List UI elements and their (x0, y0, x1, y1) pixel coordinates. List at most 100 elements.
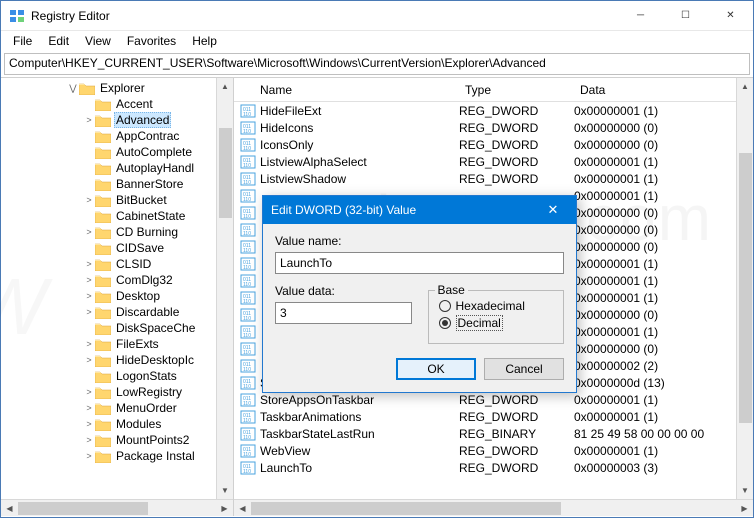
reg-dword-icon: 011110 (240, 121, 256, 135)
menu-favorites[interactable]: Favorites (119, 32, 184, 50)
reg-dword-icon: 011110 (240, 104, 256, 118)
tree-item[interactable]: >BitBucket (1, 192, 233, 208)
dialog-title: Edit DWORD (32-bit) Value (271, 203, 538, 217)
reg-dword-icon: 011110 (240, 393, 256, 407)
scroll-left-icon[interactable]: ◀ (234, 500, 251, 516)
reg-dword-icon: 011110 (240, 444, 256, 458)
menu-file[interactable]: File (5, 32, 40, 50)
reg-dword-icon: 011110 (240, 410, 256, 424)
tree-item[interactable]: Accent (1, 96, 233, 112)
tree-item[interactable]: >MenuOrder (1, 400, 233, 416)
scroll-up-icon[interactable]: ▲ (737, 78, 753, 95)
tree-item[interactable]: ⋁Explorer (1, 80, 233, 96)
svg-text:110: 110 (243, 129, 251, 135)
svg-text:110: 110 (243, 197, 251, 203)
menu-view[interactable]: View (77, 32, 119, 50)
scroll-down-icon[interactable]: ▼ (217, 482, 233, 499)
tree-item[interactable]: BannerStore (1, 176, 233, 192)
list-scroll-horizontal[interactable]: ◀ ▶ (234, 499, 753, 516)
scroll-down-icon[interactable]: ▼ (737, 482, 753, 499)
tree-item[interactable]: >Desktop (1, 288, 233, 304)
tree-item[interactable]: AutoComplete (1, 144, 233, 160)
titlebar: Registry Editor ─ ☐ ✕ (1, 1, 753, 31)
tree-pane[interactable]: ⋁ExplorerAccent>AdvancedAppContracAutoCo… (1, 78, 234, 516)
reg-dword-icon: 011110 (240, 274, 256, 288)
tree-item[interactable]: >Discardable (1, 304, 233, 320)
value-data-input[interactable] (275, 302, 412, 324)
tree-item[interactable]: CabinetState (1, 208, 233, 224)
tree-item[interactable]: AutoplayHandl (1, 160, 233, 176)
radio-decimal[interactable]: Decimal (439, 315, 554, 331)
tree-item[interactable]: DiskSpaceChe (1, 320, 233, 336)
menu-help[interactable]: Help (184, 32, 225, 50)
minimize-button[interactable]: ─ (618, 1, 663, 31)
close-button[interactable]: ✕ (708, 1, 753, 31)
tree-item[interactable]: >LowRegistry (1, 384, 233, 400)
scroll-left-icon[interactable]: ◀ (1, 500, 18, 516)
tree-scroll-horizontal[interactable]: ◀ ▶ (1, 499, 233, 516)
list-row[interactable]: 011110TaskbarAnimationsREG_DWORD0x000000… (234, 408, 753, 425)
col-type[interactable]: Type (459, 79, 574, 101)
tree-item[interactable]: >MountPoints2 (1, 432, 233, 448)
tree-item[interactable]: AppContrac (1, 128, 233, 144)
base-legend: Base (435, 283, 468, 297)
list-row[interactable]: 011110ListviewAlphaSelectREG_DWORD0x0000… (234, 153, 753, 170)
list-row[interactable]: 011110IconsOnlyREG_DWORD0x00000000 (0) (234, 136, 753, 153)
scroll-right-icon[interactable]: ▶ (736, 500, 753, 516)
svg-text:110: 110 (243, 282, 251, 288)
svg-text:110: 110 (243, 112, 251, 118)
reg-dword-icon: 011110 (240, 308, 256, 322)
tree-item[interactable]: >ComDlg32 (1, 272, 233, 288)
list-row[interactable]: 011110ListviewShadowREG_DWORD0x00000001 … (234, 170, 753, 187)
col-data[interactable]: Data (574, 79, 753, 101)
scroll-right-icon[interactable]: ▶ (216, 500, 233, 516)
list-row[interactable]: 011110LaunchToREG_DWORD0x00000003 (3) (234, 459, 753, 476)
reg-dword-icon: 011110 (240, 240, 256, 254)
svg-text:110: 110 (243, 146, 251, 152)
reg-dword-icon: 011110 (240, 461, 256, 475)
tree-item[interactable]: >Modules (1, 416, 233, 432)
address-bar[interactable]: Computer\HKEY_CURRENT_USER\Software\Micr… (4, 53, 750, 75)
tree-item[interactable]: CIDSave (1, 240, 233, 256)
cancel-button[interactable]: Cancel (484, 358, 564, 380)
value-name-label: Value name: (275, 234, 564, 248)
list-row[interactable]: 011110HideIconsREG_DWORD0x00000000 (0) (234, 119, 753, 136)
list-row[interactable]: 011110HideFileExtREG_DWORD0x00000001 (1) (234, 102, 753, 119)
svg-text:110: 110 (243, 231, 251, 237)
svg-text:110: 110 (243, 265, 251, 271)
tree-item[interactable]: >Advanced (1, 112, 233, 128)
reg-dword-icon: 011110 (240, 291, 256, 305)
list-row[interactable]: 011110WebViewREG_DWORD0x00000001 (1) (234, 442, 753, 459)
svg-text:110: 110 (243, 418, 251, 424)
reg-dword-icon: 011110 (240, 138, 256, 152)
tree-item[interactable]: >Package Instal (1, 448, 233, 464)
reg-dword-icon: 011110 (240, 223, 256, 237)
svg-text:110: 110 (243, 333, 251, 339)
ok-button[interactable]: OK (396, 358, 476, 380)
tree-item[interactable]: >CD Burning (1, 224, 233, 240)
list-scroll-vertical[interactable]: ▲ ▼ (736, 78, 753, 499)
list-header[interactable]: Name Type Data (234, 78, 753, 102)
dialog-titlebar[interactable]: Edit DWORD (32-bit) Value ✕ (263, 196, 576, 224)
radio-icon (439, 300, 451, 312)
list-row[interactable]: 011110TaskbarStateLastRunREG_BINARY81 25… (234, 425, 753, 442)
value-name-input[interactable] (275, 252, 564, 274)
tree-item[interactable]: >HideDesktopIc (1, 352, 233, 368)
svg-text:110: 110 (243, 248, 251, 254)
dialog-close-icon[interactable]: ✕ (538, 202, 568, 218)
window-title: Registry Editor (31, 9, 618, 23)
col-name[interactable]: Name (234, 79, 459, 101)
reg-dword-icon: 011110 (240, 257, 256, 271)
radio-hexadecimal[interactable]: Hexadecimal (439, 299, 554, 313)
tree-item[interactable]: >FileExts (1, 336, 233, 352)
menu-edit[interactable]: Edit (40, 32, 77, 50)
tree-scroll-vertical[interactable]: ▲ ▼ (216, 78, 233, 499)
list-row[interactable]: 011110StoreAppsOnTaskbarREG_DWORD0x00000… (234, 391, 753, 408)
svg-text:110: 110 (243, 163, 251, 169)
tree-item[interactable]: LogonStats (1, 368, 233, 384)
svg-text:110: 110 (243, 299, 251, 305)
base-fieldset: Base Hexadecimal Decimal (428, 290, 565, 344)
maximize-button[interactable]: ☐ (663, 1, 708, 31)
scroll-up-icon[interactable]: ▲ (217, 78, 233, 95)
tree-item[interactable]: >CLSID (1, 256, 233, 272)
